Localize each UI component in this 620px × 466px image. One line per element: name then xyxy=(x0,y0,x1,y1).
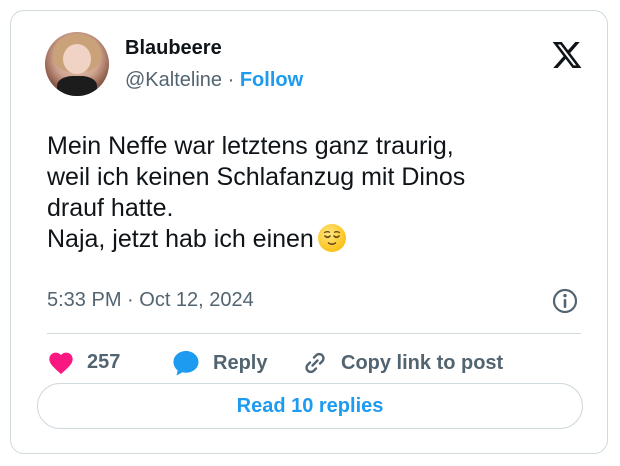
read-replies-button[interactable]: Read 10 replies xyxy=(37,383,583,429)
copy-link-label: Copy link to post xyxy=(341,351,504,374)
info-icon[interactable] xyxy=(551,287,579,315)
reply-label: Reply xyxy=(213,351,268,374)
handle-separator: · xyxy=(227,69,235,91)
link-icon xyxy=(305,352,325,374)
relieved-face-emoji-icon xyxy=(317,224,346,252)
tweet-timestamp[interactable]: 5:33 PM · Oct 12, 2024 xyxy=(47,289,254,312)
handle-row: @Kalteline · Follow xyxy=(125,69,303,92)
copy-link-button[interactable]: Copy link to post xyxy=(301,349,503,377)
author-name[interactable]: Blaubeere xyxy=(125,37,222,60)
avatar-clothing xyxy=(57,76,97,96)
tweet-card: Blaubeere @Kalteline · Follow Mein Neffe… xyxy=(10,10,608,454)
like-button[interactable]: 257 xyxy=(47,349,120,375)
author-handle[interactable]: @Kalteline xyxy=(125,69,222,91)
tweet-line: Mein Neffe war letztens ganz traurig, xyxy=(47,132,454,160)
avatar-face xyxy=(63,44,91,74)
heart-icon xyxy=(49,352,73,375)
action-bar: 257 Reply Copy link to post xyxy=(47,349,587,379)
tweet-line: Naja, jetzt hab ich einen xyxy=(47,225,314,253)
like-count: 257 xyxy=(87,350,121,373)
reply-button[interactable]: Reply xyxy=(171,349,267,377)
follow-link[interactable]: Follow xyxy=(240,69,303,91)
tweet-line: drauf hatte. xyxy=(47,194,174,222)
x-logo-icon[interactable] xyxy=(551,39,583,71)
tweet-line-last: Naja, jetzt hab ich einen xyxy=(47,224,587,255)
tweet-line: weil ich keinen Schlafanzug mit Dinos xyxy=(47,163,466,191)
avatar[interactable] xyxy=(45,32,109,96)
divider xyxy=(47,333,581,334)
tweet-text: Mein Neffe war letztens ganz traurig, we… xyxy=(47,131,587,255)
reply-bubble-icon xyxy=(173,351,199,376)
